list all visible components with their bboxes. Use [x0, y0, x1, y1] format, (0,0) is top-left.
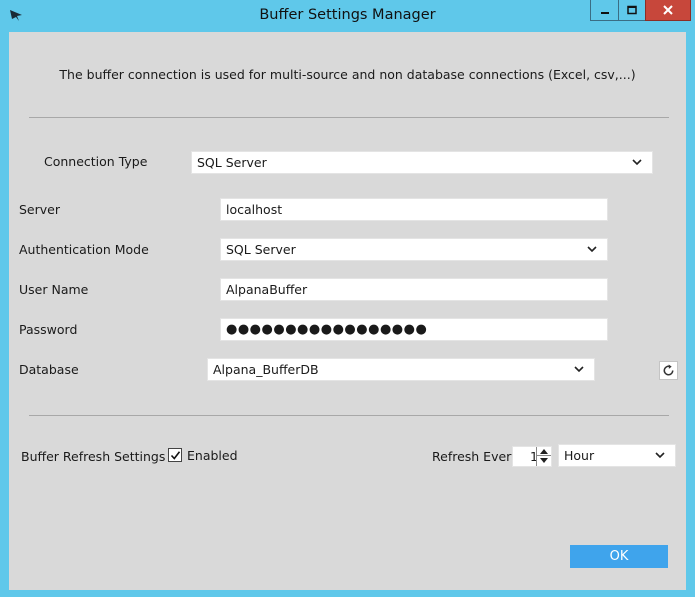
refresh-every-label: Refresh Every [432, 449, 519, 464]
password-input[interactable]: ●●●●●●●●●●●●●●●●● [220, 318, 608, 341]
buffer-refresh-label: Buffer Refresh Settings [21, 449, 166, 464]
maximize-icon [627, 5, 637, 15]
database-value: Alpana_BufferDB [213, 362, 319, 377]
refresh-database-button[interactable] [659, 361, 678, 380]
connection-type-select[interactable]: SQL Server [191, 151, 653, 174]
connection-type-label: Connection Type [44, 154, 148, 169]
stepper-buttons [536, 447, 551, 466]
close-button[interactable] [645, 0, 691, 21]
refresh-interval-value: 1 [530, 449, 538, 464]
user-name-value: AlpanaBuffer [226, 282, 308, 297]
info-text: The buffer connection is used for multi-… [59, 67, 636, 82]
maximize-button[interactable] [618, 0, 646, 21]
server-value: localhost [226, 202, 283, 217]
triangle-up-icon [540, 448, 548, 454]
password-label: Password [19, 322, 78, 337]
chevron-down-icon [632, 159, 642, 166]
chevron-down-icon [574, 366, 584, 373]
minimize-icon [600, 12, 609, 14]
dialog-body: The buffer connection is used for multi-… [9, 32, 686, 590]
buffer-settings-window: Buffer Settings Manager The buffer conne… [0, 0, 695, 597]
database-label: Database [19, 362, 79, 377]
title-bar[interactable]: Buffer Settings Manager [0, 0, 695, 32]
authentication-mode-value: SQL Server [226, 242, 296, 257]
refresh-interval-stepper[interactable]: 1 [512, 446, 552, 467]
triangle-down-icon [540, 458, 548, 463]
refresh-unit-select[interactable]: Hour [558, 444, 676, 467]
user-name-label: User Name [19, 282, 89, 297]
enabled-checkbox[interactable] [168, 448, 182, 462]
ok-button[interactable]: OK [570, 545, 668, 568]
stepper-down-button[interactable] [537, 456, 551, 465]
chevron-down-icon [655, 452, 665, 459]
user-name-input[interactable]: AlpanaBuffer [220, 278, 608, 301]
minimize-button[interactable] [590, 0, 619, 21]
divider-top [29, 117, 669, 118]
close-icon [663, 5, 673, 15]
server-input[interactable]: localhost [220, 198, 608, 221]
authentication-mode-label: Authentication Mode [19, 242, 149, 257]
connection-type-value: SQL Server [197, 155, 267, 170]
stepper-up-button[interactable] [537, 447, 551, 456]
database-select[interactable]: Alpana_BufferDB [207, 358, 595, 381]
checkmark-icon [170, 450, 180, 460]
enabled-label: Enabled [187, 448, 238, 463]
refresh-unit-value: Hour [564, 448, 595, 463]
password-value: ●●●●●●●●●●●●●●●●● [226, 322, 428, 337]
refresh-icon [663, 364, 674, 376]
authentication-mode-select[interactable]: SQL Server [220, 238, 608, 261]
server-label: Server [19, 202, 60, 217]
chevron-down-icon [587, 246, 597, 253]
divider-bottom [29, 415, 669, 416]
